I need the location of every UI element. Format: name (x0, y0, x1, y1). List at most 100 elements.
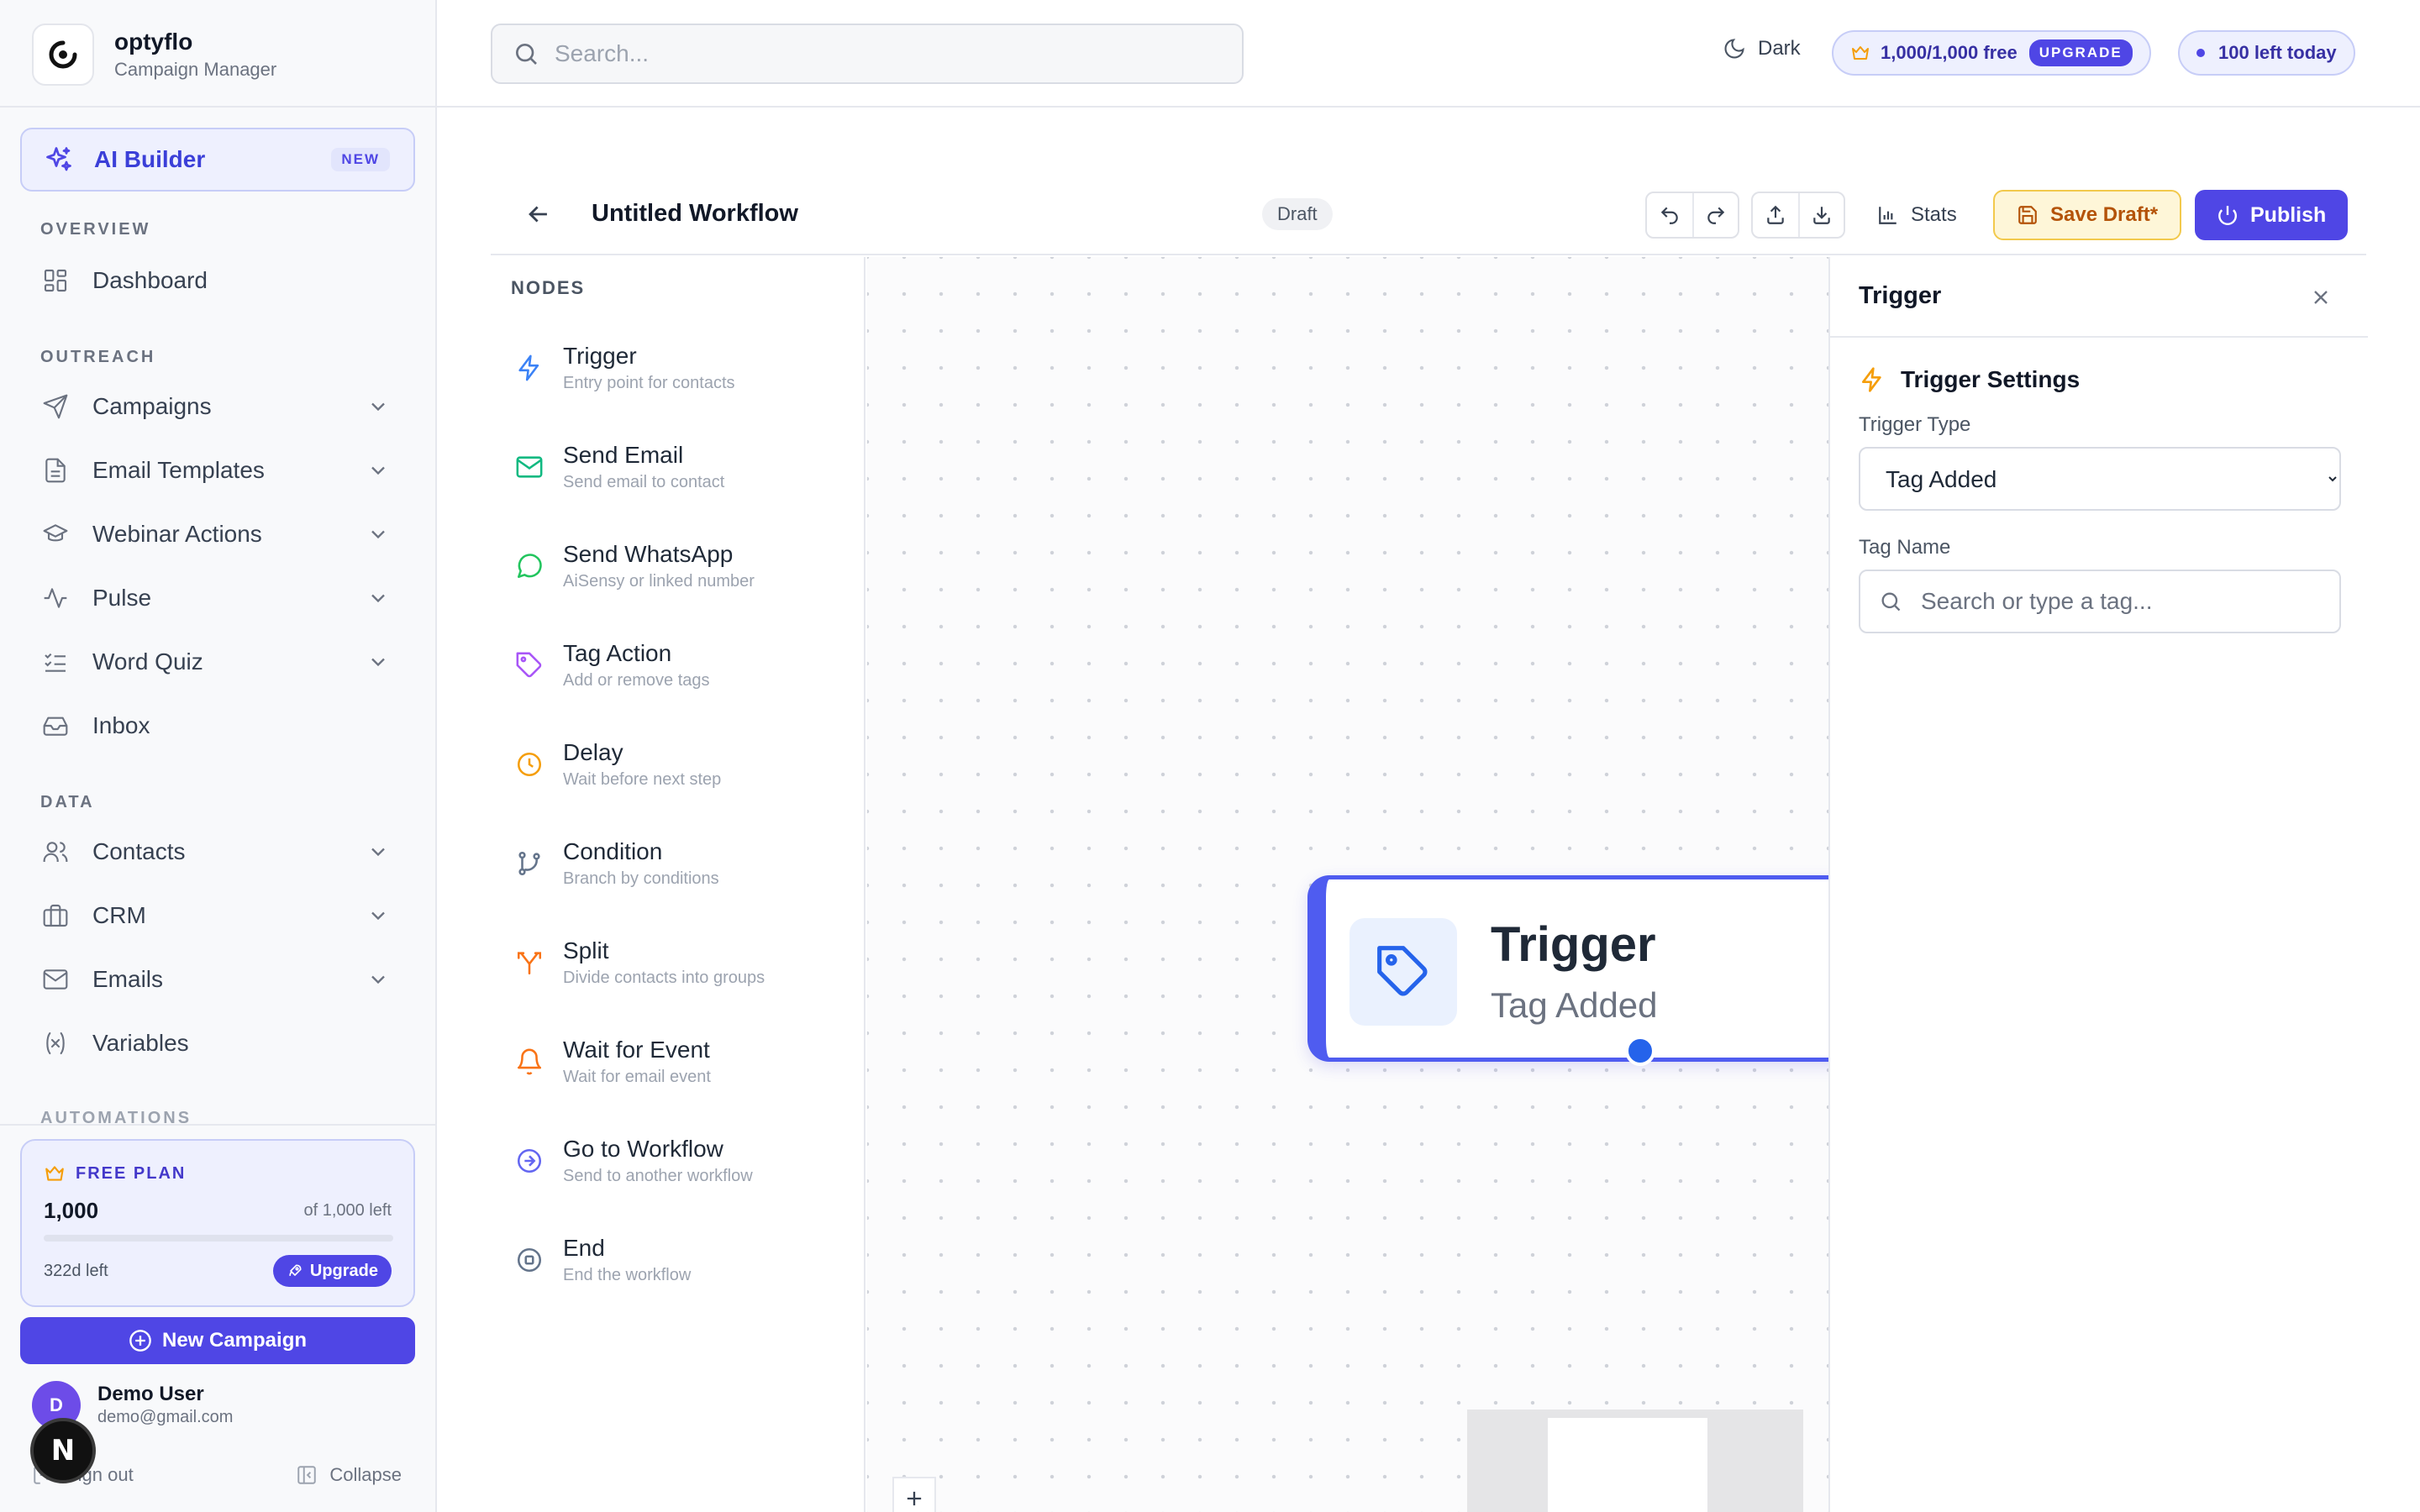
back-arrow-icon[interactable] (524, 200, 553, 228)
minimap-viewport[interactable] (1548, 1418, 1707, 1512)
sidebar-item-email-templates[interactable]: Email Templates (20, 444, 415, 497)
search-bar[interactable] (491, 24, 1244, 84)
export-button[interactable] (1753, 193, 1798, 237)
node-end[interactable]: End End the workflow (511, 1230, 847, 1310)
sidebar-item-label: Webinar Actions (92, 521, 262, 547)
node-go-to-workflow[interactable]: Go to Workflow Send to another workflow (511, 1131, 847, 1211)
plan-upgrade-button[interactable]: Upgrade (272, 1255, 392, 1287)
node-send-whatsapp[interactable]: Send WhatsApp AiSensy or linked number (511, 536, 847, 617)
node-desc: End the workflow (563, 1266, 692, 1284)
crown-icon (44, 1163, 66, 1184)
brand-divider (0, 106, 435, 108)
stop-circle-icon (511, 1242, 548, 1278)
node-name: Delay (563, 739, 623, 765)
chevron-down-icon[interactable] (366, 395, 390, 418)
brand[interactable]: optyflo Campaign Manager (32, 24, 276, 86)
trigger-node[interactable]: Trigger Tag Added (1307, 875, 1830, 1066)
save-draft-button[interactable]: Save Draft* (1993, 190, 2182, 240)
stats-label: Stats (1911, 203, 1957, 226)
chevron-down-icon[interactable] (366, 840, 390, 864)
credits-pill[interactable]: 1,000/1,000 free UPGRADE (1832, 30, 2151, 76)
publish-label: Publish (2250, 202, 2327, 227)
node-condition[interactable]: Condition Branch by conditions (511, 833, 847, 914)
upgrade-badge[interactable]: UPGRADE (2028, 39, 2133, 66)
mail-icon (40, 964, 71, 995)
sidebar-item-dashboard[interactable]: Dashboard (20, 254, 415, 307)
ai-builder-button[interactable]: AI Builder NEW (20, 128, 415, 192)
collapse-button[interactable]: Collapse (296, 1464, 402, 1486)
sidebar-item-label: Variables (92, 1030, 189, 1056)
workflow-title[interactable]: Untitled Workflow (592, 200, 798, 228)
bolt-icon (511, 349, 548, 386)
stats-button[interactable]: Stats (1877, 192, 1957, 239)
sidebar-item-campaigns[interactable]: Campaigns (20, 380, 415, 433)
node-name: Wait for Event (563, 1037, 710, 1063)
plan-upgrade-label: Upgrade (309, 1261, 378, 1280)
node-desc: Wait before next step (563, 770, 722, 789)
sidebar-item-inbox[interactable]: Inbox (20, 699, 415, 753)
workflow-canvas[interactable]: Trigger Tag Added (867, 257, 1830, 1512)
tag-search-field[interactable] (1859, 570, 2341, 633)
arrow-circle-icon (511, 1142, 548, 1179)
chevron-down-icon[interactable] (366, 459, 390, 482)
close-icon[interactable] (2309, 286, 2333, 309)
trigger-type-select[interactable]: Tag Added (1859, 447, 2341, 511)
tag-search-input[interactable] (1921, 588, 2324, 615)
sidebar: optyflo Campaign Manager AI Builder NEW … (0, 0, 437, 1512)
branch-icon (511, 845, 548, 882)
chevron-down-icon[interactable] (366, 904, 390, 927)
undo-button[interactable] (1647, 193, 1692, 237)
send-icon (40, 391, 71, 422)
new-campaign-label: New Campaign (161, 1329, 308, 1352)
chevron-down-icon[interactable] (366, 522, 390, 546)
zoom-in-button[interactable] (892, 1477, 936, 1512)
plus-icon (902, 1487, 926, 1510)
minimap[interactable] (1467, 1410, 1803, 1512)
redo-button[interactable] (1692, 193, 1738, 237)
sidebar-item-word-quiz[interactable]: Word Quiz (20, 635, 415, 689)
rocket-icon (287, 1263, 303, 1279)
plan-title: FREE PLAN (76, 1163, 187, 1183)
dev-tools-badge[interactable]: N (30, 1418, 96, 1483)
connection-handle[interactable] (1625, 1036, 1655, 1066)
new-campaign-button[interactable]: New Campaign (20, 1317, 415, 1364)
chevron-down-icon[interactable] (366, 650, 390, 674)
plan-card: FREE PLAN 1,000 of 1,000 left 322d left … (20, 1139, 415, 1307)
node-trigger[interactable]: Trigger Entry point for contacts (511, 338, 847, 418)
chevron-down-icon[interactable] (366, 968, 390, 991)
crown-icon (1850, 43, 1870, 63)
search-icon (1879, 590, 1902, 613)
dark-mode-label: Dark (1758, 37, 1801, 60)
search-input[interactable] (555, 40, 1193, 67)
power-icon (2217, 204, 2238, 226)
node-desc: Entry point for contacts (563, 374, 735, 392)
document-icon (40, 455, 71, 486)
clock-icon (511, 746, 548, 783)
node-delay[interactable]: Delay Wait before next step (511, 734, 847, 815)
trigger-type-label: Trigger Type (1859, 413, 1971, 436)
panel-collapse-icon (296, 1464, 318, 1486)
node-send-email[interactable]: Send Email Send email to contact (511, 437, 847, 517)
tag-icon (1349, 918, 1457, 1026)
node-tag-action[interactable]: Tag Action Add or remove tags (511, 635, 847, 716)
sidebar-item-contacts[interactable]: Contacts (20, 825, 415, 879)
sidebar-item-variables[interactable]: Variables (20, 1016, 415, 1070)
sidebar-item-emails[interactable]: Emails (20, 953, 415, 1006)
briefcase-icon (40, 900, 71, 931)
section-outreach: OUTREACH (40, 348, 156, 366)
brand-logo-icon (32, 24, 94, 86)
import-button[interactable] (1798, 193, 1844, 237)
sidebar-item-webinar-actions[interactable]: Webinar Actions (20, 507, 415, 561)
ai-builder-label: AI Builder (94, 146, 206, 172)
import-export-controls (1751, 192, 1845, 239)
sidebar-item-crm[interactable]: CRM (20, 889, 415, 942)
sidebar-item-label: Emails (92, 966, 164, 992)
sidebar-item-pulse[interactable]: Pulse (20, 571, 415, 625)
chevron-down-icon[interactable] (366, 586, 390, 610)
node-wait-for-event[interactable]: Wait for Event Wait for email event (511, 1032, 847, 1112)
node-split[interactable]: Split Divide contacts into groups (511, 932, 847, 1013)
dark-mode-toggle[interactable]: Dark (1723, 37, 1801, 60)
publish-button[interactable]: Publish (2195, 190, 2349, 240)
nodes-panel: NODES Trigger Entry point for contacts Se… (491, 257, 865, 1512)
node-name: Send WhatsApp (563, 541, 734, 567)
